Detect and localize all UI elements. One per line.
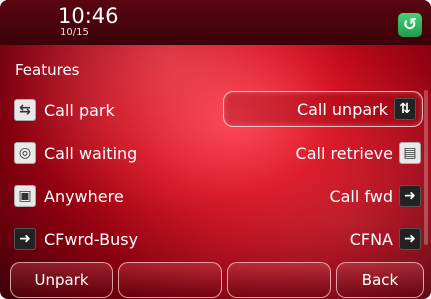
softkey-back[interactable]: Back: [336, 262, 424, 298]
softkey-bar: Unpark Back: [0, 258, 431, 299]
feature-call-retrieve[interactable]: Call retrieve ▤: [296, 135, 421, 171]
feature-cfwrd-busy[interactable]: ➜ CFwrd-Busy: [14, 221, 138, 257]
softkey-3[interactable]: [227, 262, 331, 298]
page-title: Features: [15, 61, 80, 79]
feature-label: Call retrieve: [295, 143, 393, 163]
feature-call-park[interactable]: ⇆ Call park: [14, 92, 115, 128]
clock-date: 10/15: [60, 27, 89, 38]
call-forward-icon: ➜: [399, 185, 421, 207]
softkey-unpark[interactable]: Unpark: [10, 262, 113, 298]
feature-label: CFwrd-Busy: [44, 229, 139, 249]
phone-screen: 10:46 10/15 ↺ Features ⇆ Call park ◎ Cal…: [0, 0, 431, 299]
scrollbar[interactable]: [424, 90, 428, 245]
call-waiting-icon: ◎: [14, 142, 36, 164]
feature-label: Call waiting: [44, 143, 138, 163]
feature-cfna[interactable]: CFNA ➜: [350, 221, 421, 257]
redial-icon[interactable]: ↺: [398, 13, 422, 37]
feature-label: CFNA: [349, 229, 393, 249]
call-forward-icon: ➜: [14, 228, 36, 250]
status-bar: 10:46 10/15 ↺: [0, 0, 431, 45]
call-retrieve-icon: ▤: [399, 142, 421, 164]
call-forward-icon: ➜: [399, 228, 421, 250]
call-park-icon: ⇆: [14, 99, 36, 121]
feature-label: Anywhere: [44, 186, 124, 206]
feature-anywhere[interactable]: ▣ Anywhere: [14, 178, 124, 214]
anywhere-icon: ▣: [14, 185, 36, 207]
clock-time: 10:46: [58, 4, 119, 28]
feature-label: Call park: [44, 100, 115, 120]
feature-call-unpark[interactable]: Call unpark ⇅: [223, 91, 423, 127]
feature-call-waiting[interactable]: ◎ Call waiting: [14, 135, 137, 171]
feature-label: Call fwd: [329, 186, 393, 206]
feature-call-fwd[interactable]: Call fwd ➜: [329, 178, 421, 214]
feature-label: Call unpark: [296, 99, 388, 119]
softkey-2[interactable]: [118, 262, 222, 298]
call-unpark-icon: ⇅: [394, 98, 416, 120]
